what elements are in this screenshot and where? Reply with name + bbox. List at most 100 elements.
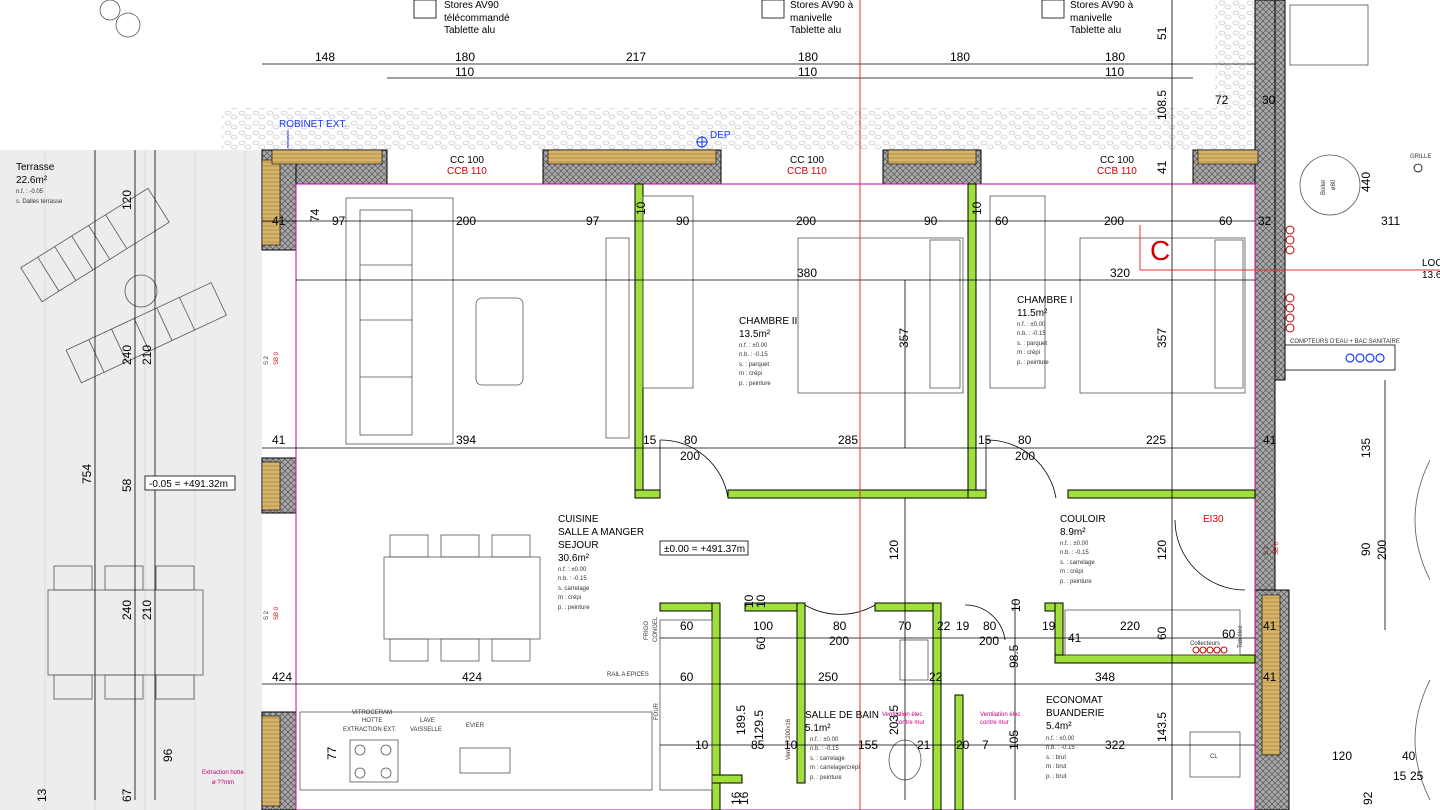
- chambre2-name: CHAMBRE II: [739, 316, 797, 327]
- dim-92: 92: [1361, 791, 1375, 805]
- rail-label: RAIL A EPICES: [607, 672, 649, 678]
- economat-name2: BUANDERIE: [1046, 708, 1105, 719]
- dim-19b: 19: [1042, 619, 1056, 633]
- note-1-line3: Tablette alu: [444, 25, 495, 36]
- sb0-label-1: SB 0: [274, 351, 280, 365]
- dim-380: 380: [797, 266, 817, 280]
- dim-40: 40: [1402, 749, 1416, 763]
- terrasse-area: 22.6m²: [16, 175, 48, 186]
- chambre1-nf: n.f. : ±0.00: [1017, 322, 1046, 328]
- chambre1-name: CHAMBRE I: [1017, 295, 1073, 306]
- sb0-label-2: SB 0: [274, 606, 280, 620]
- interior-level: ±0.00 = +491.37m: [664, 544, 745, 555]
- economat-p: p. : brut: [1046, 774, 1067, 780]
- chambre2-area: 13.5m²: [739, 329, 771, 340]
- dim-32: 32: [1258, 214, 1272, 228]
- chambre2-p: p. : peinture: [739, 381, 771, 387]
- dim-21: 21: [917, 738, 931, 752]
- bain-nb: n.b. : -0.15: [810, 746, 839, 752]
- dim-60d: 60: [754, 636, 768, 650]
- sejour-s: s. carrelage: [558, 586, 590, 592]
- note-2-line2: manivelle: [790, 13, 833, 24]
- dim-7: 7: [982, 738, 989, 752]
- window-1-ccb: CCB 110: [447, 166, 487, 177]
- dim-60g: 60: [1222, 627, 1236, 641]
- dim-20: 20: [956, 738, 970, 752]
- dim-60f: 60: [680, 670, 694, 684]
- dim-90c: 90: [1359, 542, 1373, 556]
- dim-16b: 16: [737, 791, 751, 805]
- sejour-m: m : crépi: [558, 595, 581, 601]
- dim-top-110a: 110: [455, 65, 474, 79]
- dim-440: 440: [1359, 172, 1373, 192]
- dim-10g: 10: [970, 201, 984, 215]
- couloir-area: 8.9m²: [1060, 527, 1086, 538]
- boiler-label: Boiler: [1321, 180, 1327, 195]
- ventil-2b-label: contre mur: [980, 720, 1009, 726]
- dim-210l: 210: [140, 345, 154, 365]
- dim-97b: 97: [586, 214, 600, 228]
- dim-30: 30: [1262, 93, 1276, 107]
- chambre1-p: p. : peinture: [1017, 360, 1049, 366]
- lave-label: LAVE: [420, 718, 435, 724]
- dep-label: DEP: [710, 130, 731, 141]
- window-3-cc: CC 100: [1100, 155, 1134, 166]
- vitroceram-label: VITROCERAM: [352, 710, 392, 716]
- dim-322: 322: [1105, 738, 1125, 752]
- chambre2-s: s. : parquet: [739, 362, 769, 368]
- dim-13: 13: [35, 788, 49, 802]
- gravel-strip: [222, 108, 1252, 150]
- dim-98: 98.5: [1007, 644, 1021, 668]
- dim-15a: 15: [643, 433, 657, 447]
- compteurs-label: COMPTEURS D'EAU + BAC SANITAIRE: [1290, 339, 1400, 345]
- dim-210m: 210: [140, 600, 154, 620]
- couloir-s: s. : carrelage: [1060, 560, 1095, 566]
- dim-200g: 200: [829, 634, 849, 648]
- dim-80a: 80: [684, 433, 698, 447]
- dim-250: 250: [818, 670, 838, 684]
- room-chambre-2: CHAMBRE II 13.5m² n.f. : ±0.00 n.b. : -0…: [739, 316, 797, 387]
- bain-m: m : carrelage/crépi: [810, 765, 860, 771]
- dim-60a: 60: [995, 214, 1009, 228]
- floor-plan: Stores AV90 télécommandé Tablette alu St…: [0, 0, 1440, 810]
- dim-41-right: 41: [1155, 160, 1169, 174]
- terrace-level: -0.05 = +491.32m: [149, 479, 228, 490]
- dim-120l: 120: [120, 190, 134, 210]
- extraction-hotte-label: Extraction hotte: [202, 770, 244, 776]
- dim-80b: 80: [1018, 433, 1032, 447]
- couloir-nf: n.f. : ±0.00: [1060, 541, 1089, 547]
- hotte-label: HOTTE: [362, 718, 382, 724]
- robinet-label: ROBINET EXT.: [279, 119, 347, 130]
- cl-label: CL: [1210, 754, 1218, 760]
- extraction-label: EXTRACTION EXT.: [343, 727, 396, 733]
- chambre1-area: 11.5m²: [1017, 308, 1048, 319]
- chambre2-nb: n.b. : -0.15: [739, 352, 768, 358]
- section-c-label: C: [1150, 235, 1170, 266]
- dim-41f: 41: [1263, 670, 1277, 684]
- dim-80d: 80: [983, 619, 997, 633]
- sejour-p: p. : peinture: [558, 605, 590, 611]
- window-sections: S 2 SB 0 S 2 SB 0 S 2 SB 0: [264, 351, 1280, 620]
- dim-143: 143.5: [1155, 712, 1169, 742]
- ventil-2-label: Ventilation élec: [980, 712, 1020, 718]
- couloir-m: m : crépi: [1060, 569, 1083, 575]
- dim-357b: 357: [1155, 328, 1169, 348]
- dim-15b: 15: [978, 433, 992, 447]
- sb0-label-3: SB 0: [1274, 541, 1280, 555]
- dim-41e: 41: [1068, 631, 1082, 645]
- sejour-name2: SALLE A MANGER: [558, 527, 644, 538]
- dim-60e: 60: [1155, 626, 1169, 640]
- bain-p: p. : peinture: [810, 775, 842, 781]
- dim-67: 67: [120, 788, 134, 802]
- dim-top-148: 148: [315, 50, 335, 64]
- sejour-area: 30.6m²: [558, 553, 590, 564]
- dim-top-180d: 180: [1105, 50, 1125, 64]
- dim-348: 348: [1095, 670, 1115, 684]
- dim-754: 754: [80, 464, 94, 484]
- dim-200e: 200: [1015, 449, 1035, 463]
- dim-top-110b: 110: [798, 65, 817, 79]
- vaisselle-label: VAISSELLE: [410, 727, 442, 733]
- economat-s: s. : brut: [1046, 755, 1066, 761]
- sejour-nf: n.f. : ±0.00: [558, 567, 587, 573]
- economat-name1: ECONOMAT: [1046, 695, 1103, 706]
